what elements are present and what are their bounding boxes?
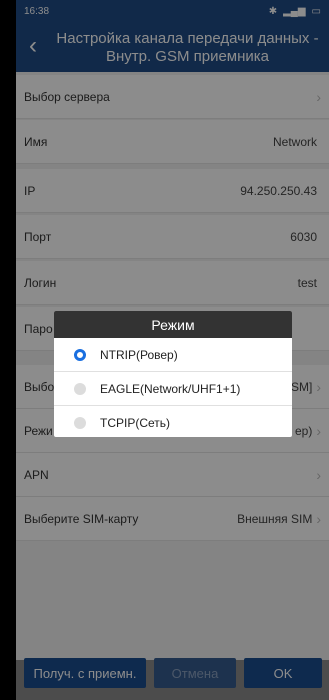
radio-unselected-icon bbox=[74, 416, 86, 429]
radio-selected-icon bbox=[74, 348, 86, 361]
option-eagle[interactable]: EAGLE(Network/UHF1+1) bbox=[54, 372, 292, 406]
dialog-title: Режим bbox=[54, 311, 292, 338]
option-tcpip[interactable]: TCPIP(Сеть) bbox=[54, 406, 292, 437]
radio-unselected-icon bbox=[74, 382, 86, 395]
mode-dialog: Режим NTRIP(Ровер) EAGLE(Network/UHF1+1)… bbox=[54, 311, 292, 437]
option-ntrip[interactable]: NTRIP(Ровер) bbox=[54, 338, 292, 372]
phone-screen: 16:38 ✱ ▂▄▆ ▭ ‹ Настройка канала передач… bbox=[16, 0, 329, 700]
